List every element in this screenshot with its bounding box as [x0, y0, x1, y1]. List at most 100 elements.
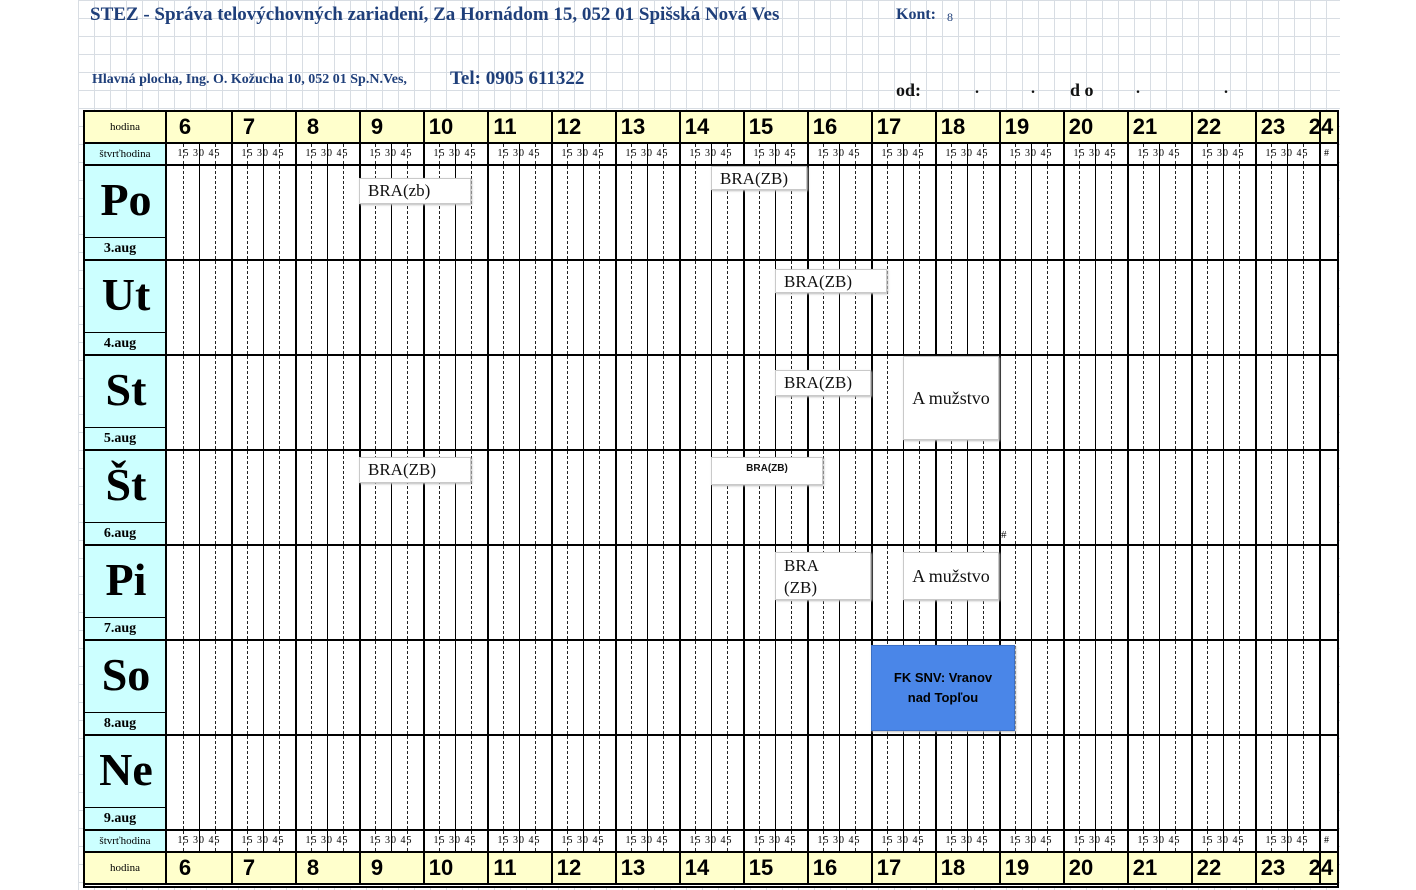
- day-row: So 8.aug: [85, 641, 1337, 736]
- quarter-gridline: [1047, 736, 1048, 829]
- hour-gridline: [423, 641, 425, 734]
- quarter-gridline: [311, 736, 312, 829]
- hour-gridline: [1319, 356, 1321, 449]
- end-mark: #: [1324, 148, 1329, 159]
- hour-gridline: [679, 451, 681, 544]
- quarter-marks: 15 30 45: [1201, 148, 1245, 159]
- quarter-gridline: [599, 736, 600, 829]
- hour-gridline: [679, 356, 681, 449]
- quarter-gridline: [951, 261, 952, 354]
- quarter-gridline: [599, 451, 600, 544]
- hour-gridline: [1127, 166, 1129, 259]
- quarter-gridline: [631, 641, 632, 734]
- hour-gridline: [999, 112, 1001, 142]
- hour-gridline: [615, 112, 617, 142]
- quarter-gridline: [247, 261, 248, 354]
- quarter-gridline: [791, 641, 792, 734]
- quarter-gridline: [983, 261, 984, 354]
- hour-gridline: [1319, 166, 1321, 259]
- schedule-event[interactable]: BRA(ZB): [775, 269, 887, 293]
- quarter-gridline: [759, 261, 760, 354]
- quarter-gridline: [375, 356, 376, 449]
- schedule-event[interactable]: BRA (ZB): [775, 552, 871, 600]
- quarter-gridline: [1175, 451, 1176, 544]
- quarter-gridline: [695, 641, 696, 734]
- quarter-gridline: [1239, 451, 1240, 544]
- quarter-gridline: [1111, 166, 1112, 259]
- hour-gridline: [1319, 451, 1321, 544]
- quarter-gridline: [1303, 546, 1304, 639]
- hour-gridline: [615, 451, 617, 544]
- quarter-gridline: [439, 641, 440, 734]
- quarter-gridline: [1239, 261, 1240, 354]
- date-from-label: od:: [896, 80, 922, 100]
- day-date: 8.aug: [85, 712, 167, 734]
- day-date: 7.aug: [85, 617, 167, 639]
- quarter-gridline: [1207, 356, 1208, 449]
- quarter-gridline: [599, 166, 600, 259]
- schedule-event[interactable]: BRA(ZB): [775, 370, 871, 396]
- hour-number: 15: [748, 114, 774, 139]
- quarter-gridline: [759, 356, 760, 449]
- quarter-gridline: [663, 736, 664, 829]
- quarter-gridline: [1223, 546, 1224, 639]
- quarter-marks: 15 30 45: [305, 148, 349, 159]
- schedule-event[interactable]: BRA(ZB): [711, 457, 823, 485]
- quarter-gridline: [1143, 736, 1144, 829]
- hour-gridline: [871, 166, 873, 259]
- hour-gridline: [1127, 356, 1129, 449]
- quarter-marks: 15 30 45: [1265, 835, 1309, 846]
- hour-number: 10: [428, 855, 454, 880]
- quarter-gridline: [439, 356, 440, 449]
- quarter-gridline: [247, 451, 248, 544]
- quarter-gridline: [407, 641, 408, 734]
- quarter-gridline: [1271, 356, 1272, 449]
- quarter-gridline: [823, 736, 824, 829]
- quarter-gridline: [519, 736, 520, 829]
- quarter-gridline: [1223, 451, 1224, 544]
- hour-gridline: [423, 736, 425, 829]
- quarter-gridline: [775, 641, 776, 734]
- quarter-gridline: [215, 166, 216, 259]
- quarter-gridline: [375, 546, 376, 639]
- quarter-gridline: [887, 166, 888, 259]
- hour-gridline: [1255, 451, 1257, 544]
- quarter-gridline: [519, 546, 520, 639]
- quarter-gridline: [1015, 261, 1016, 354]
- quarter-gridline: [1095, 166, 1096, 259]
- hour-number: 14: [684, 855, 710, 880]
- schedule-event[interactable]: BRA(zb): [359, 178, 471, 204]
- hour-number: 24: [1308, 114, 1334, 139]
- quarter-marks: 15 30 45: [369, 148, 413, 159]
- quarter-gridline: [1207, 736, 1208, 829]
- schedule-event[interactable]: A mužstvo: [903, 356, 999, 440]
- hour-gridline: [551, 261, 553, 354]
- hour-gridline: [295, 736, 297, 829]
- quarter-gridline: [647, 166, 648, 259]
- quarter-gridline: [311, 451, 312, 544]
- quarter-gridline: [1159, 736, 1160, 829]
- schedule-event[interactable]: A mužstvo: [903, 552, 999, 600]
- quarter-gridline: [727, 736, 728, 829]
- quarter-gridline: [263, 546, 264, 639]
- schedule-event[interactable]: BRA(ZB): [711, 166, 807, 190]
- quarter-gridline: [567, 736, 568, 829]
- quarter-gridline: [391, 641, 392, 734]
- quarter-gridline: [327, 641, 328, 734]
- quarter-gridline: [727, 641, 728, 734]
- quarter-gridline: [471, 451, 472, 544]
- schedule-event[interactable]: FK SNV: Vranov nad Topľou: [871, 645, 1015, 731]
- hour-gridline: [295, 546, 297, 639]
- hour-gridline: [359, 356, 361, 449]
- quarter-gridline: [951, 451, 952, 544]
- day-name: St: [105, 364, 147, 415]
- quarter-gridline: [343, 546, 344, 639]
- quarter-gridline: [839, 641, 840, 734]
- quarter-gridline: [727, 261, 728, 354]
- quarter-gridline: [1095, 736, 1096, 829]
- schedule-event[interactable]: BRA(ZB): [359, 457, 471, 483]
- quarter-gridline: [535, 261, 536, 354]
- quarter-gridline: [1143, 546, 1144, 639]
- hour-number: 8: [306, 114, 320, 139]
- quarter-gridline: [471, 166, 472, 259]
